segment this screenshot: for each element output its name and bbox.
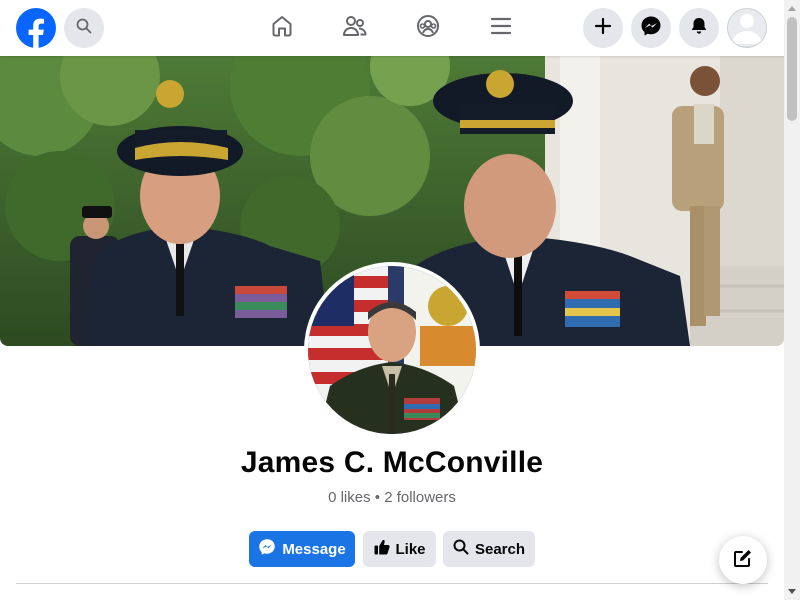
- search-icon: [76, 18, 92, 39]
- scroll-up-arrow-icon[interactable]: [784, 0, 800, 16]
- thumbs-up-icon: [374, 539, 390, 559]
- search-button[interactable]: [64, 8, 104, 48]
- profile-name: James C. McConville: [240, 446, 544, 479]
- nav-tab-home[interactable]: [266, 12, 298, 44]
- page-scrollbar[interactable]: [784, 0, 800, 600]
- nav-tab-menu[interactable]: [485, 12, 517, 44]
- profile-picture[interactable]: [304, 262, 480, 438]
- search-button-label: Search: [474, 540, 526, 558]
- section-divider: [16, 583, 768, 584]
- messenger-icon: [258, 538, 276, 560]
- avatar-icon: [728, 9, 766, 47]
- account-avatar-button[interactable]: [727, 8, 767, 48]
- nav-tab-groups[interactable]: [412, 12, 444, 44]
- like-button[interactable]: Like: [363, 531, 436, 567]
- bell-icon: [689, 16, 709, 41]
- message-button[interactable]: Message: [249, 531, 355, 567]
- home-icon: [270, 14, 294, 43]
- notifications-button[interactable]: [679, 8, 719, 48]
- messenger-icon: [640, 15, 662, 42]
- like-button-label: Like: [395, 540, 426, 558]
- search-page-button[interactable]: Search: [443, 531, 535, 567]
- new-message-button[interactable]: [719, 536, 767, 584]
- search-icon: [453, 539, 469, 559]
- top-navigation-bar: [0, 0, 784, 56]
- message-button-label: Message: [282, 540, 346, 558]
- nav-tab-friends[interactable]: [339, 12, 371, 44]
- messenger-button[interactable]: [631, 8, 671, 48]
- compose-icon: [733, 548, 753, 573]
- facebook-logo-icon[interactable]: [16, 8, 56, 48]
- profile-stats[interactable]: 0 likes • 2 followers: [0, 489, 784, 506]
- create-button[interactable]: [583, 8, 623, 48]
- scrollbar-thumb[interactable]: [787, 17, 797, 121]
- plus-icon: [594, 17, 612, 40]
- menu-icon: [489, 14, 513, 43]
- friends-icon: [342, 14, 368, 43]
- groups-icon: [416, 14, 440, 43]
- profile-picture-image: [308, 266, 476, 434]
- scroll-down-arrow-icon[interactable]: [784, 584, 800, 600]
